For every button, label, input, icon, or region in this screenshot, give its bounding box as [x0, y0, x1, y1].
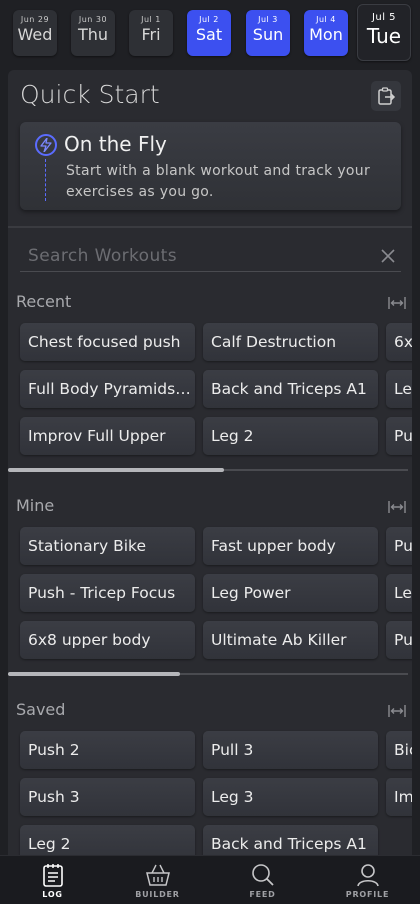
on-the-fly-title: On the Fly	[64, 132, 167, 156]
quick-start-title: Quick Start	[20, 80, 160, 109]
main-panel: Quick Start On the Fly Start with a blan…	[8, 70, 412, 860]
nav-builder[interactable]: BUILDER	[105, 856, 210, 904]
close-icon[interactable]	[378, 246, 398, 266]
workout-chip[interactable]: Fast upper body	[203, 527, 378, 565]
mine-section-title: Mine	[16, 496, 55, 515]
workout-chip[interactable]: Leg	[386, 574, 412, 612]
on-the-fly-description: Start with a blank workout and track you…	[66, 163, 371, 200]
divider	[8, 226, 412, 228]
nav-log[interactable]: LOG	[0, 856, 105, 904]
date-weekday: Sat	[195, 25, 223, 44]
search-bar	[20, 240, 401, 272]
date-month-day: Jul 5	[371, 12, 397, 23]
date-mon[interactable]: Jul 4 Mon	[304, 10, 348, 56]
date-month-day: Jun 29	[20, 15, 50, 24]
mine-row-1: Stationary Bike Fast upper body Pu	[20, 527, 412, 565]
recent-scrollbar[interactable]	[8, 468, 408, 472]
scroll-thumb[interactable]	[8, 468, 224, 472]
search-input[interactable]	[28, 244, 358, 268]
bottom-nav: LOG BUILDER FEED PROFILE	[0, 855, 420, 904]
workout-chip[interactable]: Pu	[386, 621, 412, 659]
date-weekday: Mon	[309, 25, 343, 44]
nav-feed[interactable]: FEED	[210, 856, 315, 904]
mine-row-2: Push - Tricep Focus Leg Power Leg	[20, 574, 412, 612]
date-month-day: Jul 4	[316, 15, 336, 24]
mine-row-3: 6x8 upper body Ultimate Ab Killer Pu	[20, 621, 412, 659]
timeline-dashes	[45, 159, 46, 201]
date-month-day: Jun 30	[78, 15, 108, 24]
recent-row-3: Improv Full Upper Leg 2 Pu	[20, 417, 412, 455]
clipboard-export-button[interactable]	[371, 81, 401, 111]
workout-chip[interactable]: Pull 3	[203, 731, 378, 769]
saved-row-2: Push 3 Leg 3 Im	[20, 778, 412, 816]
expand-horizontal-icon[interactable]	[388, 498, 406, 516]
workout-chip[interactable]: Leg	[386, 370, 412, 408]
nav-feed-label: FEED	[249, 890, 276, 899]
saved-section-title: Saved	[16, 700, 66, 719]
date-fri[interactable]: Jul 1 Fri	[129, 10, 173, 56]
nav-builder-label: BUILDER	[135, 890, 180, 899]
date-weekday: Wed	[17, 25, 53, 44]
on-the-fly-card[interactable]: On the Fly Start with a blank workout an…	[20, 122, 401, 210]
workout-chip[interactable]: Push - Tricep Focus	[20, 574, 195, 612]
date-sat[interactable]: Jul 2 Sat	[187, 10, 231, 56]
date-month-day: Jul 2	[199, 15, 219, 24]
app-root: Jun 29 Wed Jun 30 Thu Jul 1 Fri Jul 2 Sa…	[0, 0, 420, 904]
clipboard-export-icon	[378, 87, 396, 105]
workout-chip[interactable]: Leg 3	[203, 778, 378, 816]
workout-chip[interactable]: Im	[386, 778, 412, 816]
workout-chip[interactable]: Push 3	[20, 778, 195, 816]
lightning-bolt-icon	[35, 134, 57, 156]
workout-chip[interactable]: Back and Triceps A1	[203, 370, 378, 408]
scroll-thumb[interactable]	[8, 672, 180, 676]
date-month-day: Jul 3	[258, 15, 278, 24]
nav-profile-label: PROFILE	[345, 890, 390, 899]
date-weekday: Tue	[366, 24, 402, 48]
basket-icon	[145, 864, 170, 886]
workout-chip[interactable]: 6x8 upper body	[20, 621, 195, 659]
workout-chip[interactable]: Full Body Pyramids (Bar	[20, 370, 195, 408]
workout-chip[interactable]: Improv Full Upper	[20, 417, 195, 455]
date-tue-today[interactable]: Jul 5 Tue	[357, 4, 411, 61]
recent-row-2: Full Body Pyramids (Bar Back and Triceps…	[20, 370, 412, 408]
nav-profile[interactable]: PROFILE	[315, 856, 420, 904]
expand-horizontal-icon[interactable]	[388, 702, 406, 720]
workout-chip[interactable]: Push 2	[20, 731, 195, 769]
workout-chip[interactable]: 6x8	[386, 323, 412, 361]
expand-horizontal-icon[interactable]	[388, 294, 406, 312]
magnifier-icon	[251, 864, 274, 886]
nav-log-label: LOG	[42, 890, 63, 899]
workout-chip[interactable]: Stationary Bike	[20, 527, 195, 565]
date-thu[interactable]: Jun 30 Thu	[71, 10, 115, 56]
workout-chip[interactable]: Leg Power	[203, 574, 378, 612]
date-weekday: Sun	[252, 25, 284, 44]
notepad-icon	[42, 864, 63, 887]
workout-chip[interactable]: Chest focused push	[20, 323, 195, 361]
date-month-day: Jul 1	[141, 15, 161, 24]
workout-chip[interactable]: Pu	[386, 417, 412, 455]
date-wed[interactable]: Jun 29 Wed	[13, 10, 57, 56]
date-strip: Jun 29 Wed Jun 30 Thu Jul 1 Fri Jul 2 Sa…	[0, 0, 420, 68]
recent-section-title: Recent	[16, 292, 72, 311]
workout-chip[interactable]: Pu	[386, 527, 412, 565]
workout-chip[interactable]: Calf Destruction	[203, 323, 378, 361]
mine-scrollbar[interactable]	[8, 672, 408, 676]
user-icon	[356, 864, 379, 887]
workout-chip[interactable]: Leg 2	[203, 417, 378, 455]
workout-chip[interactable]: Bic	[386, 731, 412, 769]
date-sun[interactable]: Jul 3 Sun	[246, 10, 290, 56]
date-weekday: Thu	[77, 25, 109, 44]
date-weekday: Fri	[141, 25, 161, 44]
saved-row-1: Push 2 Pull 3 Bic	[20, 731, 412, 769]
recent-row-1: Chest focused push Calf Destruction 6x8	[20, 323, 412, 361]
workout-chip[interactable]: Ultimate Ab Killer	[203, 621, 378, 659]
